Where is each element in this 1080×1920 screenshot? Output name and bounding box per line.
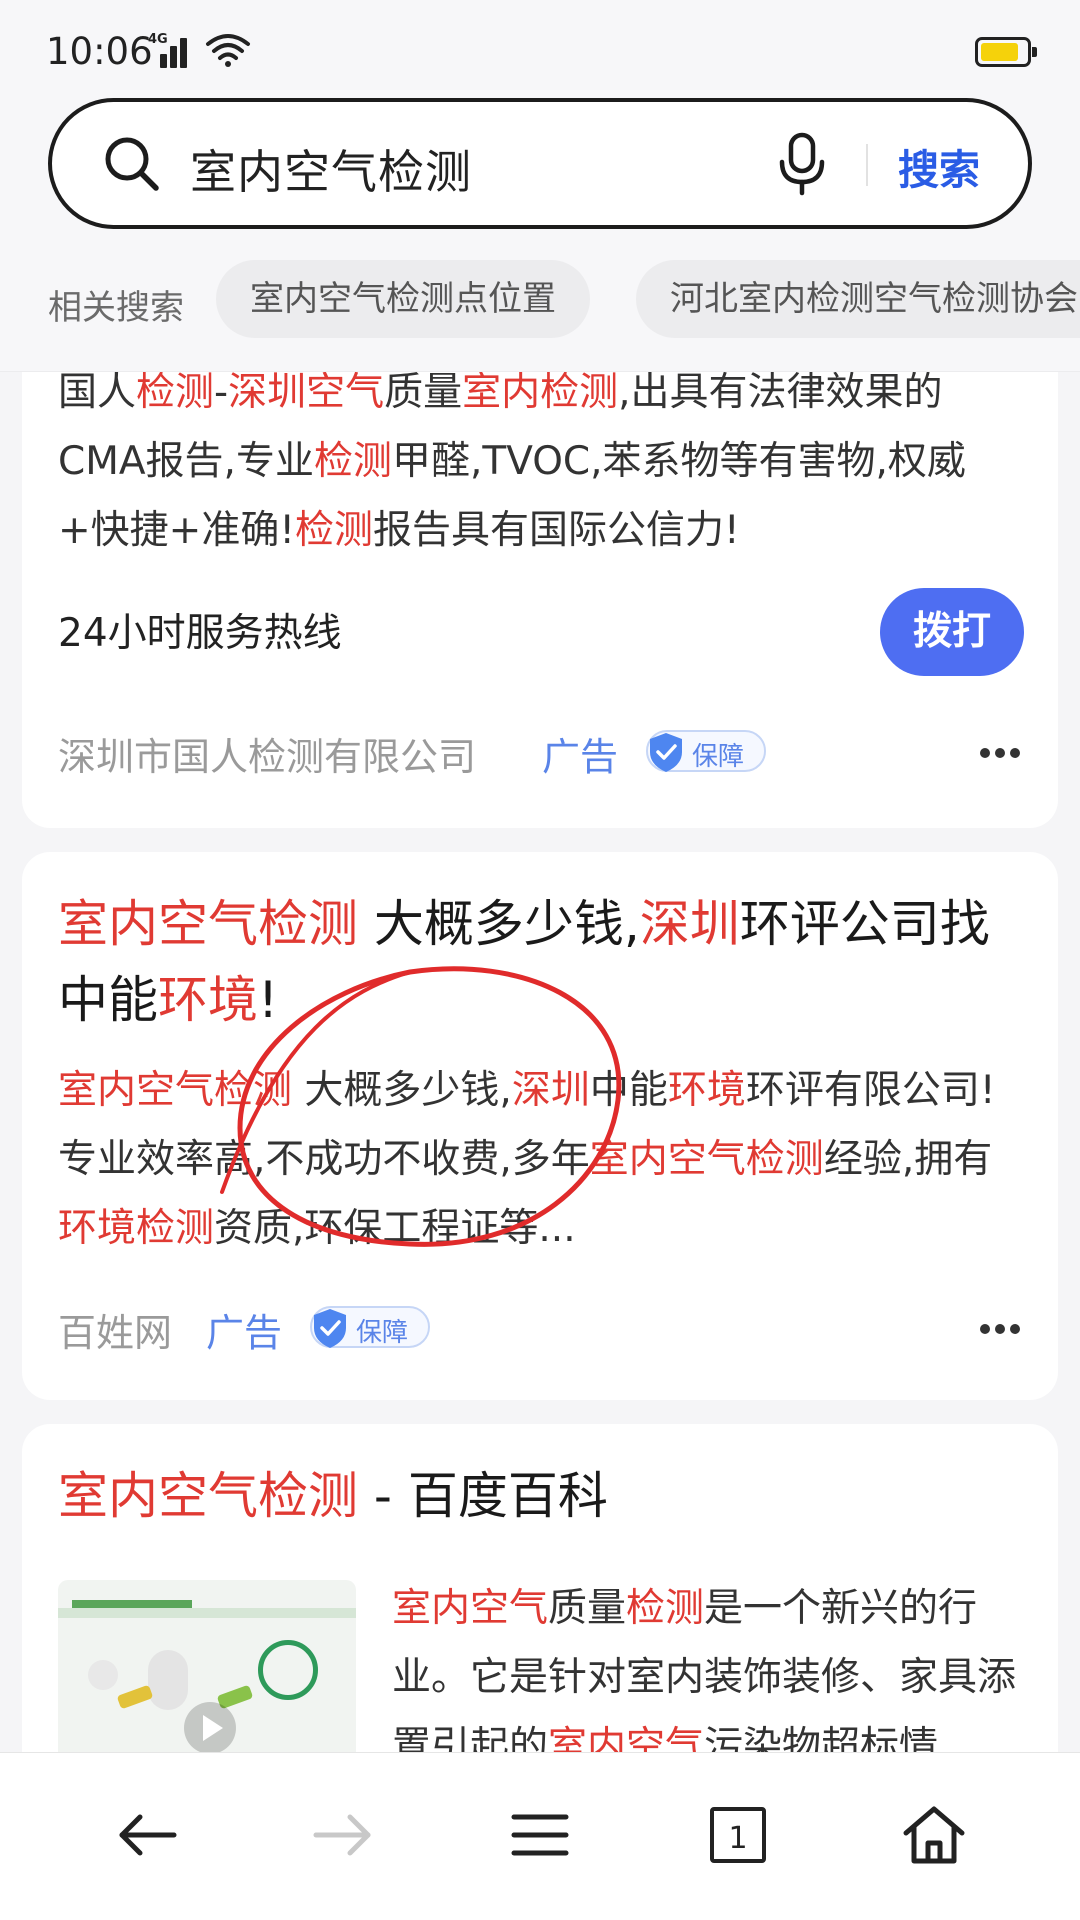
search-box[interactable]: 室内空气检测 搜索	[48, 98, 1032, 229]
text-segment: 报告具有国际公信力!	[373, 508, 740, 553]
result-description: 室内空气检测 大概多少钱,深圳中能环境环评有限公司!专业效率高,不成功不收费,多…	[58, 1056, 1028, 1263]
status-time: 10:06	[46, 30, 153, 73]
text-segment: 质量	[548, 1586, 627, 1631]
browser-screen: 10:06 4G 室内空气检测 搜索 相关搜索 室内空气检测点位置 河北室内检测…	[0, 0, 1080, 1920]
tab-count: 1	[728, 1821, 748, 1856]
highlighted-keyword: 检测	[295, 508, 374, 553]
related-chip[interactable]: 室内空气检测点位置	[216, 260, 590, 338]
shield-check-icon	[650, 733, 682, 772]
highlighted-keyword: 环境	[667, 1068, 746, 1113]
highlighted-keyword: 深圳	[639, 895, 740, 953]
related-label: 相关搜索	[48, 288, 184, 328]
more-options-icon[interactable]	[980, 748, 1020, 760]
search-button[interactable]: 搜索	[898, 136, 980, 196]
highlighted-keyword: 室内空气检测	[58, 895, 358, 953]
highlighted-keyword: 检测	[136, 370, 215, 415]
highlighted-keyword: 室内空气检测	[58, 1467, 358, 1525]
ad-label: 广告	[206, 1311, 283, 1355]
result-source: 百姓网	[58, 1311, 173, 1355]
text-segment: 质量	[384, 370, 463, 415]
highlighted-keyword: 室内空气检测	[589, 1137, 824, 1182]
highlighted-keyword: 环境检测	[58, 1206, 215, 1251]
search-icon	[105, 137, 159, 191]
text-segment: 资质,环保工程证等...	[214, 1206, 576, 1251]
search-input[interactable]: 室内空气检测	[190, 136, 472, 202]
text-segment: 大概多少钱,	[292, 1068, 512, 1113]
result-title[interactable]: 室内空气检测 大概多少钱,深圳环评公司找中能环境!	[58, 886, 1028, 1038]
tabs-button[interactable]: 1	[702, 1799, 774, 1871]
highlighted-keyword: 室内空气	[392, 1586, 549, 1631]
more-options-icon[interactable]	[980, 1324, 1020, 1336]
result-description: 室内空气质量检测是一个新兴的行业。它是针对室内装饰装修、家具添置引起的室内空气污…	[392, 1574, 1042, 1781]
battery-level	[981, 43, 1018, 61]
text-segment: !	[258, 971, 279, 1029]
text-segment: -	[214, 370, 229, 415]
wifi-icon	[206, 34, 250, 67]
microphone-icon[interactable]	[776, 132, 828, 196]
text-segment: 大概多少钱,	[358, 895, 640, 953]
highlighted-keyword: 深圳空气	[228, 370, 385, 415]
cellular-signal-icon: 4G	[148, 32, 194, 68]
result-source: 深圳市国人检测有限公司	[58, 735, 477, 779]
highlighted-keyword: 检测	[313, 439, 392, 484]
tabs-icon: 1	[710, 1807, 766, 1863]
badge-label: 保障	[692, 742, 745, 772]
result-description: 国人检测-深圳空气质量室内检测,出具有法律效果的CMA报告,专业检测甲醛,TVO…	[58, 358, 1024, 565]
result-card[interactable]: 室内空气检测 大概多少钱,深圳环评公司找中能环境! 室内空气检测 大概多少钱,深…	[22, 852, 1058, 1400]
call-button[interactable]: 拨打	[880, 588, 1024, 676]
badge-label: 保障	[356, 1318, 409, 1348]
highlighted-keyword: 室内空气检测	[58, 1068, 293, 1113]
guarantee-badge: 保障	[646, 730, 766, 772]
search-divider	[866, 144, 868, 186]
shield-check-icon	[314, 1309, 346, 1348]
status-bar: 10:06 4G	[0, 0, 1080, 100]
related-searches: 相关搜索 室内空气检测点位置 河北室内检测空气检测协会	[0, 258, 1080, 344]
highlighted-keyword: 室内检测	[462, 370, 619, 415]
text-segment: 国人	[58, 370, 137, 415]
highlighted-keyword: 检测	[626, 1586, 705, 1631]
result-title[interactable]: 室内空气检测 - 百度百科	[58, 1458, 1028, 1534]
result-card[interactable]: 国人检测-深圳空气质量室内检测,出具有法律效果的CMA报告,专业检测甲醛,TVO…	[22, 300, 1058, 828]
bottom-navigation: 1	[0, 1752, 1080, 1920]
forward-arrow-icon[interactable]	[306, 1799, 378, 1871]
text-segment: 经验,拥有	[823, 1137, 993, 1182]
ad-label: 广告	[542, 735, 619, 779]
text-segment: 中能	[589, 1068, 668, 1113]
hotline-label: 24小时服务热线	[58, 611, 342, 656]
menu-icon[interactable]	[504, 1799, 576, 1871]
home-icon[interactable]	[898, 1799, 970, 1871]
top-bar: 10:06 4G 室内空气检测 搜索 相关搜索 室内空气检测点位置 河北室内检测…	[0, 0, 1080, 372]
play-icon[interactable]	[182, 1700, 238, 1756]
highlighted-keyword: 环境	[158, 971, 258, 1029]
battery-icon	[975, 37, 1037, 67]
back-arrow-icon[interactable]	[112, 1799, 184, 1871]
guarantee-badge: 保障	[310, 1306, 430, 1348]
text-segment: - 百度百科	[358, 1467, 608, 1525]
related-chip[interactable]: 河北室内检测空气检测协会	[636, 260, 1080, 338]
highlighted-keyword: 深圳	[511, 1068, 590, 1113]
network-type: 4G	[148, 32, 168, 47]
